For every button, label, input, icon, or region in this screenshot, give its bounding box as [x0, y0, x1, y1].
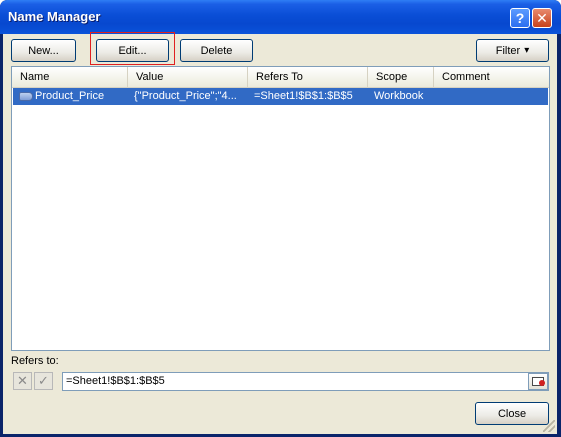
row-refers-to: =Sheet1!$B$1:$B$5	[254, 90, 353, 102]
accept-edit-button[interactable]: ✓	[34, 372, 53, 390]
list-row[interactable]: Product_Price {"Product_Price";"4... =Sh…	[13, 88, 548, 105]
row-comment	[440, 88, 540, 105]
list-header: Name Value Refers To Scope Comment	[12, 67, 549, 88]
close-window-button[interactable]: ✕	[532, 8, 552, 28]
column-header-value[interactable]: Value	[128, 67, 248, 87]
delete-button-label: Delete	[200, 44, 233, 57]
names-list[interactable]: Name Value Refers To Scope Comment Produ…	[11, 66, 550, 351]
resize-grip[interactable]	[543, 420, 555, 432]
refers-to-label: Refers to:	[11, 355, 59, 367]
column-header-name[interactable]: Name	[12, 67, 128, 87]
new-button-label: New...	[28, 44, 59, 57]
close-button-label: Close	[497, 407, 527, 420]
filter-button-label: Filter	[495, 44, 521, 57]
title-bar[interactable]: Name Manager ? ✕	[0, 0, 561, 34]
name-tag-icon	[19, 92, 33, 101]
delete-button[interactable]: Delete	[180, 39, 253, 62]
close-icon: ✕	[536, 9, 548, 26]
window-title: Name Manager	[8, 9, 101, 24]
edit-button-label: Edit...	[118, 44, 147, 57]
cancel-edit-button[interactable]: ✕	[13, 372, 32, 390]
collapse-dialog-button[interactable]	[528, 373, 548, 390]
name-manager-window: Name Manager ? ✕ New... Edit... Delete F…	[0, 0, 561, 437]
help-icon: ?	[515, 10, 525, 26]
filter-dropdown-icon: ▾	[524, 45, 530, 56]
filter-button[interactable]: Filter ▾	[476, 39, 549, 62]
new-button[interactable]: New...	[11, 39, 76, 62]
range-select-marker	[539, 380, 545, 386]
row-name: Product_Price	[35, 90, 105, 102]
dialog-body: New... Edit... Delete Filter ▾ Name Valu…	[3, 32, 557, 434]
edit-button[interactable]: Edit...	[96, 39, 169, 62]
column-header-comment[interactable]: Comment	[434, 67, 549, 87]
help-button[interactable]: ?	[510, 8, 530, 28]
cancel-x-icon: ✕	[17, 373, 28, 388]
row-value: {"Product_Price";"4...	[134, 90, 237, 102]
checkmark-icon: ✓	[38, 373, 49, 388]
row-scope: Workbook	[374, 90, 424, 102]
close-button[interactable]: Close	[475, 402, 549, 425]
refers-to-input[interactable]: =Sheet1!$B$1:$B$5	[62, 372, 549, 391]
column-header-refers-to[interactable]: Refers To	[248, 67, 368, 87]
column-header-scope[interactable]: Scope	[368, 67, 434, 87]
